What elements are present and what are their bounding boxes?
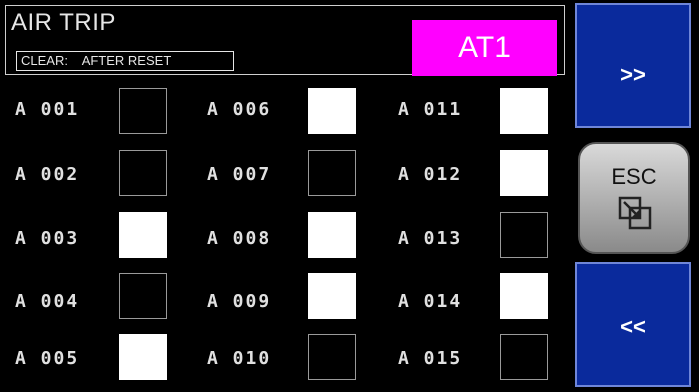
- status-indicator: [500, 334, 548, 380]
- air-trip-label: A 008: [207, 228, 272, 249]
- air-trip-label: A 003: [15, 228, 80, 249]
- status-indicator: [500, 88, 548, 134]
- status-indicator: [500, 150, 548, 196]
- next-page-button[interactable]: >>: [575, 3, 691, 128]
- air-trip-label: A 013: [398, 228, 463, 249]
- air-trip-label: A 002: [15, 164, 80, 185]
- air-trip-label: A 007: [207, 164, 272, 185]
- clear-mode-box: CLEAR: AFTER RESET: [16, 51, 234, 71]
- esc-label: ESC: [611, 164, 657, 189]
- status-indicator: [308, 212, 356, 258]
- air-trip-label: A 004: [15, 291, 80, 312]
- at-badge: AT1: [412, 20, 557, 76]
- status-indicator: [308, 150, 356, 196]
- status-indicator: [308, 88, 356, 134]
- air-trip-label: A 011: [398, 99, 463, 120]
- window-stack-icon: [618, 196, 652, 230]
- air-trip-label: A 010: [207, 348, 272, 369]
- esc-button[interactable]: ESC: [578, 142, 690, 254]
- header-panel: AIR TRIP CLEAR: AFTER RESET AT1: [5, 5, 565, 76]
- status-indicator: [119, 273, 167, 319]
- air-trip-label: A 012: [398, 164, 463, 185]
- air-trip-label: A 014: [398, 291, 463, 312]
- status-indicator: [119, 88, 167, 134]
- status-indicator: [308, 273, 356, 319]
- status-indicator: [308, 334, 356, 380]
- air-trip-label: A 015: [398, 348, 463, 369]
- status-indicator: [119, 150, 167, 196]
- status-indicator: [500, 273, 548, 319]
- page-title: AIR TRIP: [11, 9, 116, 36]
- air-trip-screen: AIR TRIP CLEAR: AFTER RESET AT1 A 001 A …: [0, 0, 699, 392]
- air-trip-label: A 009: [207, 291, 272, 312]
- status-indicator: [119, 212, 167, 258]
- air-trip-label: A 001: [15, 99, 80, 120]
- status-indicator: [500, 212, 548, 258]
- prev-page-button[interactable]: <<: [575, 262, 691, 387]
- status-indicator: [119, 334, 167, 380]
- air-trip-label: A 006: [207, 99, 272, 120]
- air-trip-label: A 005: [15, 348, 80, 369]
